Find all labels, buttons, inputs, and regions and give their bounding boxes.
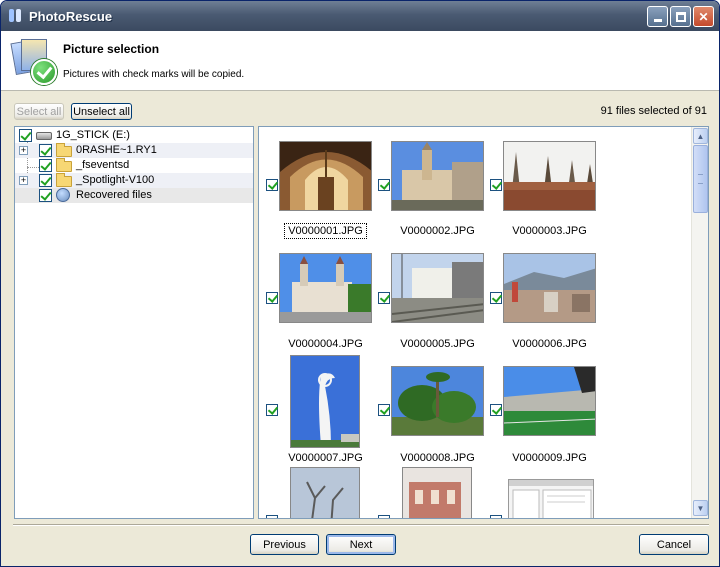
church-square-photo-icon xyxy=(392,142,483,210)
expand-icon[interactable]: + xyxy=(19,146,28,155)
select-all-button[interactable]: Select all xyxy=(14,103,64,120)
thumbnail-checkbox[interactable] xyxy=(266,292,278,304)
station-photo-icon xyxy=(392,254,483,322)
thumbnail-checkbox[interactable] xyxy=(266,179,278,191)
photorescue-window: PhotoRescue ✕ Picture selection Pictures… xyxy=(0,0,720,567)
thumbnail-image[interactable] xyxy=(508,479,594,518)
building-facade-photo-icon xyxy=(403,468,471,518)
thumbnail-checkbox[interactable] xyxy=(378,179,390,191)
tree-item-label: 0RASHE~1.RY1 xyxy=(76,144,157,156)
thumbnail-image[interactable] xyxy=(391,141,484,211)
folder-checkbox[interactable] xyxy=(39,174,52,187)
tree-item-label: 1G_STICK (E:) xyxy=(56,129,130,141)
recovered-files-icon xyxy=(56,188,70,202)
stadium-photo-icon xyxy=(504,367,595,435)
thumbnail-image[interactable] xyxy=(503,253,596,323)
tree-item-label: Recovered files xyxy=(76,189,152,201)
palm-trees-photo-icon xyxy=(392,367,483,435)
root-checkbox[interactable] xyxy=(19,129,32,142)
thumbnail-image[interactable] xyxy=(503,141,596,211)
thumbnail-checkbox[interactable] xyxy=(266,404,278,416)
thumbnail-checkbox[interactable] xyxy=(490,179,502,191)
tree-item-label: _Spotlight-V100 xyxy=(76,174,155,186)
scroll-thumb[interactable] xyxy=(693,145,708,213)
folder-icon xyxy=(56,143,72,157)
chevron-up-icon: ▲ xyxy=(696,131,705,141)
thumbnail-filename[interactable]: V0000006.JPG xyxy=(503,338,596,350)
drive-icon xyxy=(36,132,52,140)
tree-item-folder[interactable]: + 0RASHE~1.RY1 xyxy=(15,143,253,158)
window-controls: ✕ xyxy=(647,6,714,27)
next-button[interactable]: Next xyxy=(326,534,396,555)
thumbnail-filename[interactable]: V0000002.JPG xyxy=(391,225,484,237)
folder-checkbox[interactable] xyxy=(39,144,52,157)
thumbnail-image[interactable] xyxy=(279,253,372,323)
window-title: PhotoRescue xyxy=(29,8,113,24)
close-button[interactable]: ✕ xyxy=(693,6,714,27)
minimize-icon xyxy=(653,19,662,22)
expand-icon[interactable]: + xyxy=(19,176,28,185)
thumbnail-image[interactable] xyxy=(391,366,484,436)
close-icon: ✕ xyxy=(698,9,709,24)
thumbnail-checkbox[interactable] xyxy=(266,515,278,518)
thumbnail-image[interactable] xyxy=(279,141,372,211)
scroll-down-button[interactable]: ▼ xyxy=(693,500,708,516)
city-view-photo-icon xyxy=(504,254,595,322)
tree-item-folder[interactable]: + _Spotlight-V100 xyxy=(15,173,253,188)
page-subtitle: Pictures with check marks will be copied… xyxy=(63,69,245,80)
unselect-all-button[interactable]: Unselect all xyxy=(71,103,132,120)
thumbnail-checkbox[interactable] xyxy=(490,404,502,416)
thumbnail-filename[interactable]: V0000009.JPG xyxy=(503,452,596,464)
church-interior-photo-icon xyxy=(280,142,371,210)
thumbnail-checkbox[interactable] xyxy=(378,292,390,304)
thumbnail-checkbox[interactable] xyxy=(490,515,502,518)
thumbnail-filename[interactable]: V0000007.JPG xyxy=(279,452,372,464)
check-badge-icon xyxy=(31,59,57,85)
title-bar[interactable]: PhotoRescue ✕ xyxy=(1,1,719,31)
palace-photo-icon xyxy=(280,254,371,322)
footer-divider xyxy=(13,524,709,526)
tree-item-root[interactable]: 1G_STICK (E:) xyxy=(15,128,253,143)
folder-tree[interactable]: 1G_STICK (E:) + 0RASHE~1.RY1 _fseventsd … xyxy=(14,126,254,519)
scroll-up-button[interactable]: ▲ xyxy=(693,128,708,144)
telecom-tower-photo-icon xyxy=(291,356,359,447)
thumbnail-image[interactable] xyxy=(503,366,596,436)
thumbnail-image[interactable] xyxy=(402,467,472,518)
thumbnail-checkbox[interactable] xyxy=(490,292,502,304)
screenshot-photo-icon xyxy=(509,480,593,518)
maximize-icon xyxy=(675,11,686,22)
thumbnail-filename[interactable]: V0000003.JPG xyxy=(503,225,596,237)
spires-photo-icon xyxy=(504,142,595,210)
thumbnail-image[interactable] xyxy=(290,355,360,448)
previous-button[interactable]: Previous xyxy=(250,534,319,555)
thumbnail-filename[interactable]: V0000005.JPG xyxy=(391,338,484,350)
wizard-header: Picture selection Pictures with check ma… xyxy=(1,31,719,91)
thumbnail-checkbox[interactable] xyxy=(378,515,390,518)
vertical-scrollbar[interactable]: ▲ ▼ xyxy=(691,127,708,518)
app-logo-icon xyxy=(7,8,23,24)
picture-selection-icon xyxy=(10,37,57,85)
filename-text: V0000001.JPG xyxy=(284,223,367,239)
chevron-down-icon: ▼ xyxy=(696,503,705,513)
thumbnail-filename[interactable]: V0000004.JPG xyxy=(279,338,372,350)
tree-item-folder[interactable]: _fseventsd xyxy=(15,158,253,173)
thumbnail-image[interactable] xyxy=(391,253,484,323)
tree-branches-photo-icon xyxy=(291,468,359,518)
thumbnail-grid[interactable]: V0000001.JPG V0000002.JPG V0000003.JPG V… xyxy=(258,126,709,519)
folder-icon xyxy=(56,158,72,172)
folder-checkbox[interactable] xyxy=(39,159,52,172)
thumbnail-checkbox[interactable] xyxy=(378,404,390,416)
folder-icon xyxy=(56,173,72,187)
tree-item-label: _fseventsd xyxy=(76,159,130,171)
folder-checkbox[interactable] xyxy=(39,189,52,202)
maximize-button[interactable] xyxy=(670,6,691,27)
page-title: Picture selection xyxy=(63,42,160,56)
files-selected-count: 91 files selected of 91 xyxy=(600,105,707,117)
tree-item-recovered[interactable]: Recovered files xyxy=(15,188,253,203)
minimize-button[interactable] xyxy=(647,6,668,27)
thumbnail-image[interactable] xyxy=(290,467,360,518)
thumbnail-filename[interactable]: V0000001.JPG xyxy=(279,223,372,239)
cancel-button[interactable]: Cancel xyxy=(639,534,709,555)
thumbnail-filename[interactable]: V0000008.JPG xyxy=(391,452,484,464)
